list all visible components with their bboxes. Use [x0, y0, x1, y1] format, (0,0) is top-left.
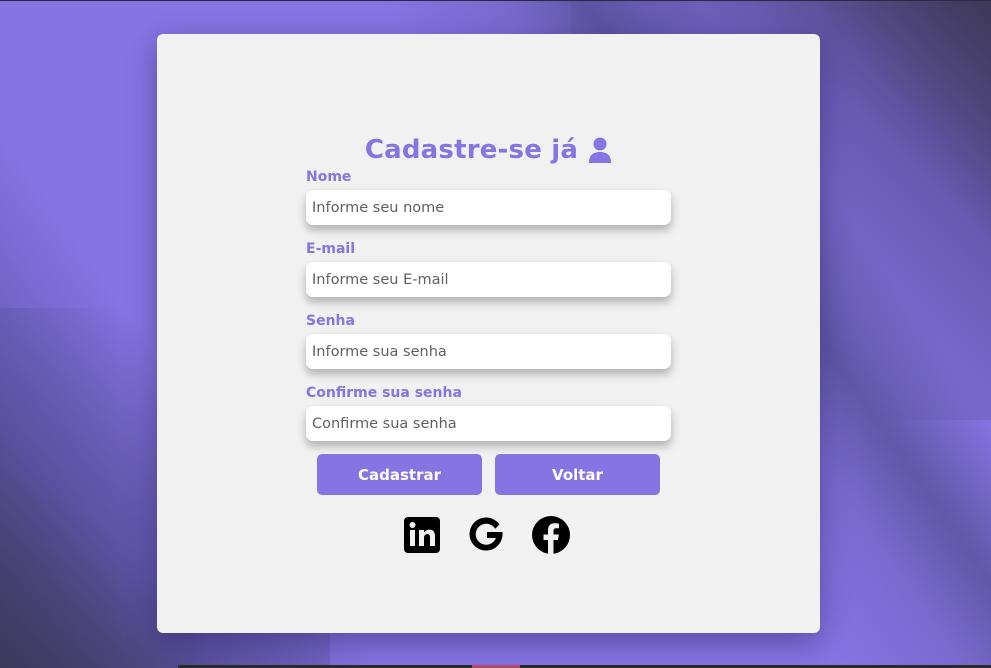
name-label: Nome [306, 169, 352, 185]
facebook-icon[interactable] [531, 515, 571, 555]
page-title: Cadastre-se já [157, 130, 820, 170]
email-label: E-mail [306, 241, 356, 257]
register-button[interactable]: Cadastrar [317, 454, 482, 495]
top-border [0, 0, 991, 1]
back-button[interactable]: Voltar [495, 454, 660, 495]
google-icon[interactable] [466, 515, 506, 555]
email-input[interactable] [306, 262, 671, 297]
user-icon [589, 137, 612, 163]
linkedin-icon[interactable] [402, 515, 442, 555]
password-input[interactable] [306, 334, 671, 369]
title-text: Cadastre-se já [364, 135, 579, 165]
password-label: Senha [306, 313, 355, 329]
signup-card: Cadastre-se já Nome E-mail Senha Confirm… [157, 34, 820, 633]
confirm-password-input[interactable] [306, 406, 671, 441]
name-input[interactable] [306, 190, 671, 225]
confirm-password-label: Confirme sua senha [306, 385, 462, 401]
